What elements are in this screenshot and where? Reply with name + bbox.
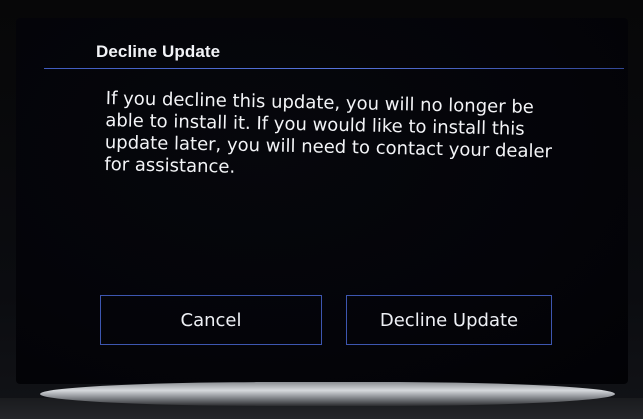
decline-update-button[interactable]: Decline Update <box>346 295 552 345</box>
dialog-title: Decline Update <box>96 42 221 61</box>
cancel-button[interactable]: Cancel <box>100 295 322 345</box>
dialog-message: If you decline this update, you will no … <box>104 88 553 178</box>
chrome-trim <box>40 382 615 406</box>
display-screen: Decline Update If you decline this updat… <box>16 18 628 384</box>
infotainment-bezel: Decline Update If you decline this updat… <box>0 0 643 419</box>
title-divider <box>44 68 624 69</box>
